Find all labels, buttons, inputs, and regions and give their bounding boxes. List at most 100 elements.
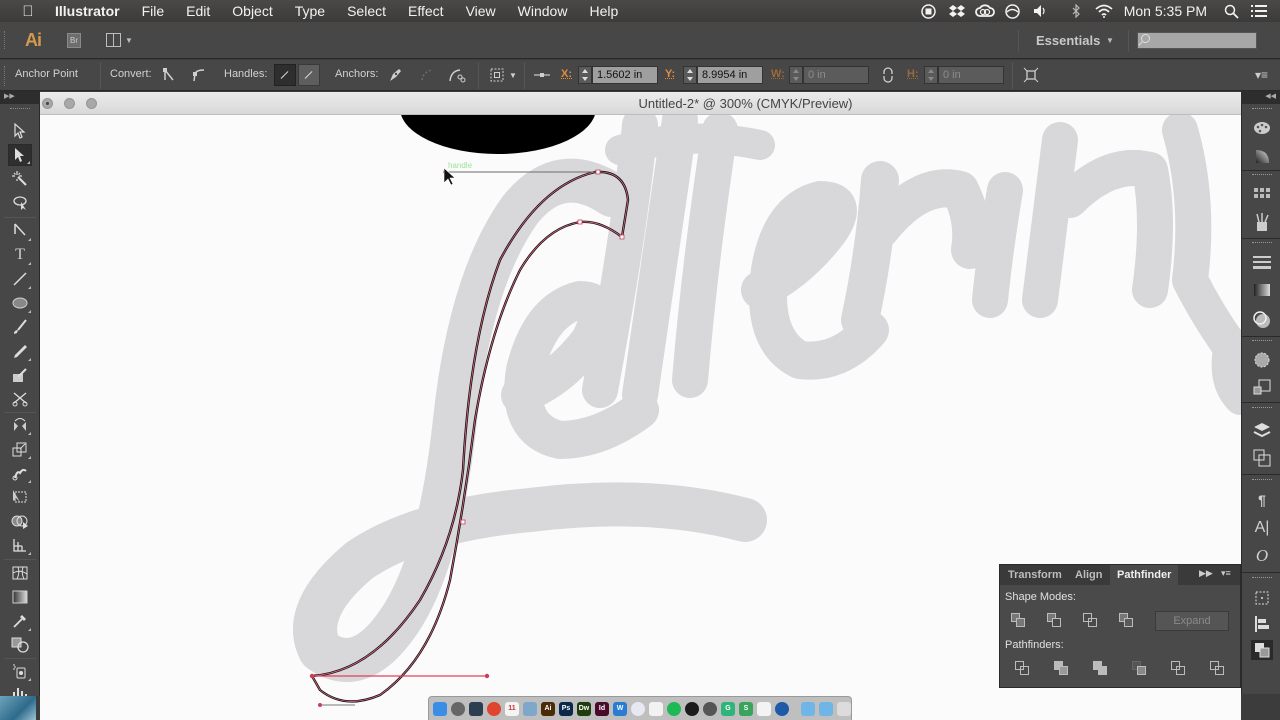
arrange-dropdown-caret-icon[interactable]: ▼ <box>125 36 133 45</box>
isolate-dropdown-caret-icon[interactable]: ▼ <box>504 66 522 84</box>
reference-point-icon[interactable] <box>533 66 551 84</box>
handle-point[interactable] <box>318 703 322 707</box>
dock-app-indesign-icon[interactable]: Id <box>595 701 609 716</box>
dock-app-app-s-icon[interactable]: S <box>739 701 753 716</box>
type-tool[interactable]: T <box>8 244 32 266</box>
workspace-switcher[interactable]: Essentials <box>1036 33 1100 48</box>
workspace-dropdown-caret-icon[interactable]: ▼ <box>1106 36 1114 45</box>
tab-pathfinder[interactable]: Pathfinder <box>1110 565 1179 585</box>
mesh-tool[interactable] <box>8 562 32 584</box>
bridge-button[interactable]: Br <box>67 33 81 48</box>
menu-app-name[interactable]: Illustrator <box>44 0 131 22</box>
dock-app-quicktime-icon[interactable] <box>775 701 789 716</box>
menu-object[interactable]: Object <box>221 0 283 22</box>
tab-align[interactable]: Align <box>1068 565 1110 585</box>
color-guide-icon[interactable] <box>1251 118 1273 138</box>
dropbox-icon[interactable] <box>946 0 968 22</box>
dock-app-spotify-icon[interactable] <box>667 701 681 716</box>
minus-back-button[interactable] <box>1208 659 1226 677</box>
menu-select[interactable]: Select <box>336 0 397 22</box>
intersect-button[interactable] <box>1081 611 1099 629</box>
controlbar-grip[interactable] <box>4 66 7 86</box>
gradient-panel-icon[interactable] <box>1251 280 1273 300</box>
dock-app-folder-1-icon[interactable] <box>801 701 815 716</box>
swatches-icon[interactable] <box>1251 184 1273 204</box>
y-stepper[interactable] <box>683 66 697 84</box>
symbol-sprayer-tool[interactable] <box>8 660 32 682</box>
direct-selection-tool[interactable] <box>8 144 32 166</box>
transparency-icon[interactable] <box>1251 310 1273 330</box>
panel-group-grip[interactable] <box>1252 174 1272 177</box>
trim-button[interactable] <box>1052 659 1070 677</box>
outline-button[interactable] <box>1169 659 1187 677</box>
menu-help[interactable]: Help <box>578 0 629 22</box>
menu-view[interactable]: View <box>455 0 507 22</box>
dock-app-folder-2-icon[interactable] <box>819 701 833 716</box>
dock-app-acrobat-icon[interactable] <box>649 701 663 716</box>
line-segment-tool[interactable] <box>8 268 32 290</box>
exclude-button[interactable] <box>1117 611 1135 629</box>
apple-icon[interactable]:  <box>20 3 36 20</box>
layers-icon[interactable] <box>1251 420 1273 440</box>
character-icon[interactable]: A| <box>1251 518 1273 538</box>
anchor-point[interactable] <box>309 673 315 679</box>
eyedropper-tool[interactable] <box>8 610 32 632</box>
opentype-icon[interactable]: O <box>1251 546 1273 566</box>
panel-group-grip[interactable] <box>1252 242 1272 245</box>
pathfinder-icon[interactable] <box>1251 640 1273 660</box>
x-coordinate-input[interactable]: 1.5602 in <box>592 66 658 84</box>
constrain-proportions-link-icon[interactable] <box>879 66 897 84</box>
dock-app-chrome-icon[interactable] <box>487 701 501 716</box>
panel-group-grip[interactable] <box>1252 407 1272 410</box>
menu-file[interactable]: File <box>131 0 176 22</box>
dock-app-word-icon[interactable]: W <box>613 701 627 716</box>
brushes-icon[interactable] <box>1251 212 1273 232</box>
help-search-input[interactable] <box>1137 32 1257 49</box>
artboards-icon[interactable] <box>1251 448 1273 468</box>
divide-button[interactable] <box>1013 659 1031 677</box>
dock-app-itunes-icon[interactable] <box>631 701 645 716</box>
puppet-warp-tool[interactable] <box>8 462 32 484</box>
panel-group-grip[interactable] <box>1252 577 1272 580</box>
tools-panel-grip[interactable] <box>10 108 30 111</box>
magic-wand-tool[interactable] <box>8 168 32 190</box>
lasso-tool[interactable] <box>8 192 32 214</box>
selection-tool[interactable] <box>8 120 32 142</box>
blend-tool[interactable] <box>8 634 32 656</box>
merge-button[interactable] <box>1091 659 1109 677</box>
free-transform-tool[interactable] <box>8 486 32 508</box>
ellipse-tool[interactable] <box>8 292 32 314</box>
panel-collapse-icon[interactable]: ▶▶ <box>1199 568 1213 579</box>
wifi-icon[interactable] <box>1093 0 1115 22</box>
dock-app-trash-icon[interactable] <box>837 701 851 716</box>
menu-clock[interactable]: Mon 5:35 PM <box>1124 3 1207 19</box>
convert-to-smooth-icon[interactable] <box>190 66 208 84</box>
color-icon[interactable] <box>1251 146 1273 166</box>
rotate-tool[interactable] <box>8 414 32 436</box>
dock-app-grammarly-icon[interactable]: G <box>721 701 735 716</box>
scale-tool[interactable] <box>8 438 32 460</box>
unite-button[interactable] <box>1009 611 1027 629</box>
dock-app-mission-control-icon[interactable] <box>469 701 483 716</box>
menu-type[interactable]: Type <box>284 0 336 22</box>
pencil-tool[interactable] <box>8 340 32 362</box>
crop-button[interactable] <box>1130 659 1148 677</box>
cut-path-at-anchor-icon[interactable] <box>448 66 466 84</box>
anchor-point[interactable] <box>577 219 583 225</box>
handle-point[interactable] <box>484 673 490 679</box>
panel-group-grip[interactable] <box>1252 479 1272 482</box>
graphic-styles-icon[interactable] <box>1251 378 1273 398</box>
notification-center-icon[interactable] <box>1248 0 1270 22</box>
paintbrush-tool[interactable] <box>8 316 32 338</box>
panel-menu-icon[interactable]: ▾≡ <box>1221 568 1231 579</box>
screen-record-icon[interactable] <box>918 0 940 22</box>
pen-tool[interactable] <box>8 220 32 242</box>
dock-app-dreamweaver-icon[interactable]: Dw <box>577 701 591 716</box>
dock-app-photoshop-icon[interactable]: Ps <box>559 701 573 716</box>
hide-handles-button[interactable] <box>298 64 320 86</box>
anchor-point[interactable] <box>460 519 466 525</box>
transform-dock-icon[interactable] <box>1251 588 1273 608</box>
panel-group-grip[interactable] <box>1252 108 1272 111</box>
creative-cloud-icon[interactable] <box>974 0 996 22</box>
control-bar-menu-icon[interactable]: ▾≡ <box>1255 68 1268 82</box>
